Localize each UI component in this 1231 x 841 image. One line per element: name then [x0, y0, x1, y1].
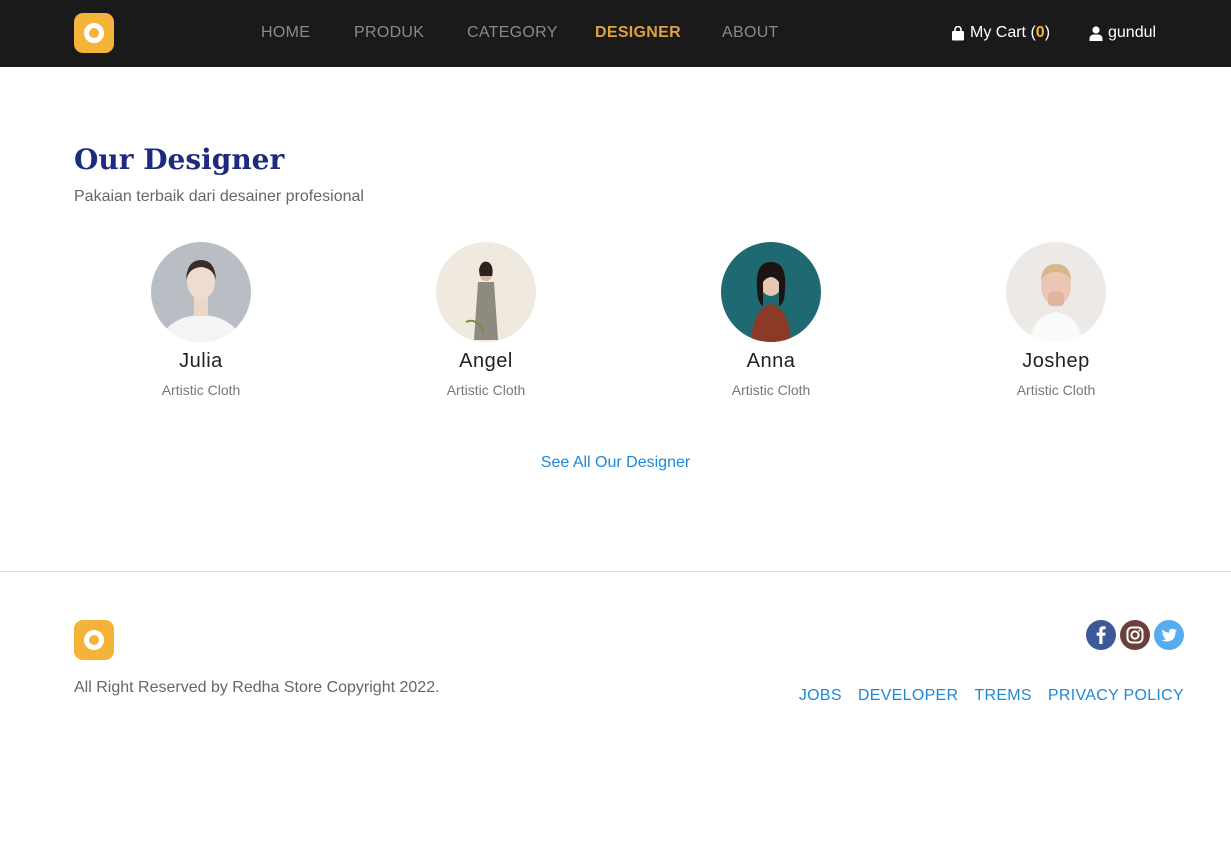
avatar [721, 242, 821, 342]
shopping-bag-icon [952, 25, 964, 40]
designer-card-julia[interactable]: Julia Artistic Cloth [101, 242, 301, 398]
cart-label: My Cart ( [970, 24, 1036, 41]
avatar [151, 242, 251, 342]
footer-nav: JOBS DEVELOPER TREMS PRIVACY POLICY [783, 687, 1184, 705]
see-all-section: See All Our Designer [0, 454, 1231, 472]
nav-about[interactable]: ABOUT [722, 24, 779, 42]
footer-logo[interactable] [74, 620, 114, 660]
footer-link-developer[interactable]: DEVELOPER [858, 687, 959, 705]
designer-role: Artistic Cloth [731, 382, 811, 398]
designer-role: Artistic Cloth [1016, 382, 1096, 398]
designer-name: Joshep [1022, 350, 1090, 372]
user-menu[interactable]: gundul [1089, 24, 1156, 42]
facebook-icon[interactable] [1086, 620, 1116, 650]
page-subtitle: Pakaian terbaik dari desainer profesiona… [74, 188, 364, 205]
cart-button[interactable]: My Cart (0) [951, 24, 1050, 42]
see-all-designers-link[interactable]: See All Our Designer [541, 454, 690, 471]
footer-link-jobs[interactable]: JOBS [799, 687, 842, 705]
cart-count: 0 [1035, 24, 1045, 41]
designer-card-angel[interactable]: Angel Artistic Cloth [386, 242, 586, 398]
designer-name: Julia [179, 350, 223, 372]
footer-divider [0, 571, 1231, 572]
cart-label-close: ) [1044, 24, 1051, 41]
page-title: Our Designer [74, 143, 285, 176]
designer-role: Artistic Cloth [161, 382, 241, 398]
avatar [1006, 242, 1106, 342]
footer-link-trems[interactable]: TREMS [974, 687, 1032, 705]
footer-link-privacy-policy[interactable]: PRIVACY POLICY [1048, 687, 1184, 705]
instagram-icon[interactable] [1120, 620, 1150, 650]
store-logo[interactable] [74, 13, 114, 53]
copyright-text: All Right Reserved by Redha Store Copyri… [74, 679, 440, 696]
avatar [436, 242, 536, 342]
nav-designer[interactable]: DESIGNER [595, 24, 681, 42]
nav-produk[interactable]: PRODUK [354, 24, 424, 42]
designer-card-joshep[interactable]: Joshep Artistic Cloth [956, 242, 1156, 398]
nav-category[interactable]: CATEGORY [467, 24, 558, 42]
user-icon [1089, 25, 1103, 41]
navbar: HOME PRODUK CATEGORY DESIGNER ABOUT My C… [0, 0, 1231, 67]
nav-home[interactable]: HOME [261, 24, 310, 42]
designer-name: Angel [459, 350, 513, 372]
designer-role: Artistic Cloth [446, 382, 526, 398]
designer-name: Anna [746, 350, 796, 372]
twitter-icon[interactable] [1154, 620, 1184, 650]
username: gundul [1108, 24, 1157, 41]
designer-card-anna[interactable]: Anna Artistic Cloth [671, 242, 871, 398]
